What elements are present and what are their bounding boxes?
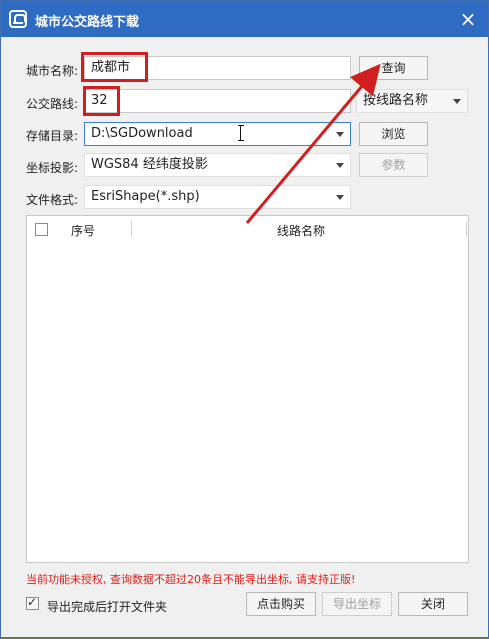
column-divider[interactable] [131,221,132,237]
license-warning: 当前功能未授权, 查询数据不超过20条且不能导出坐标, 请支持正版! [26,573,356,586]
format-value: EsriShape(*.shp) [91,189,200,204]
projection-value: WGS84 经纬度投影 [91,157,208,172]
chevron-down-icon [336,163,344,168]
projection-select[interactable]: WGS84 经纬度投影 [84,153,351,177]
storage-label: 存储目录: [26,129,79,143]
route-label: 公交路线: [26,97,79,111]
route-table[interactable]: 序号 线路名称 [26,215,469,563]
close-icon[interactable]: × [456,7,480,31]
route-input[interactable]: 32 [84,89,351,113]
bus-route-download-dialog: 城市公交路线下载 × 城市名称: 成都市 查询 公交路线: 32 按线路名称 存… [0,0,489,638]
storage-dir-value: D:\SGDownload [91,126,193,141]
close-button[interactable]: 关闭 [398,592,468,616]
storage-dir-input[interactable]: D:\SGDownload [84,122,351,146]
buy-button[interactable]: 点击购买 [246,592,316,616]
export-coordinates-button[interactable]: 导出坐标 [322,592,392,616]
format-select[interactable]: EsriShape(*.shp) [84,185,351,209]
params-button[interactable]: 参数 [359,153,428,177]
open-folder-label[interactable]: 导出完成后打开文件夹 [47,598,167,615]
projection-label: 坐标投影: [26,161,79,175]
column-divider[interactable] [466,221,467,237]
browse-button[interactable]: 浏览 [359,122,428,146]
open-folder-checkbox[interactable] [26,595,39,610]
search-mode-value: 按线路名称 [363,93,429,108]
city-label: 城市名称: [26,64,79,78]
chevron-down-icon [336,132,344,137]
text-cursor-icon [238,125,244,141]
bus-icon [9,10,27,28]
search-mode-select[interactable]: 按线路名称 [356,89,468,113]
title-bar[interactable]: 城市公交路线下载 × [1,1,488,37]
window-title: 城市公交路线下载 [35,15,140,30]
chevron-down-icon [453,99,461,104]
column-header-index[interactable]: 序号 [71,222,95,239]
table-header: 序号 线路名称 [27,216,468,242]
query-button[interactable]: 查询 [359,56,428,80]
chevron-down-icon [336,195,344,200]
select-all-checkbox[interactable] [35,223,48,236]
format-label: 文件格式: [26,193,79,207]
city-input[interactable]: 成都市 [84,56,351,80]
column-header-route-name[interactable]: 线路名称 [277,222,325,239]
